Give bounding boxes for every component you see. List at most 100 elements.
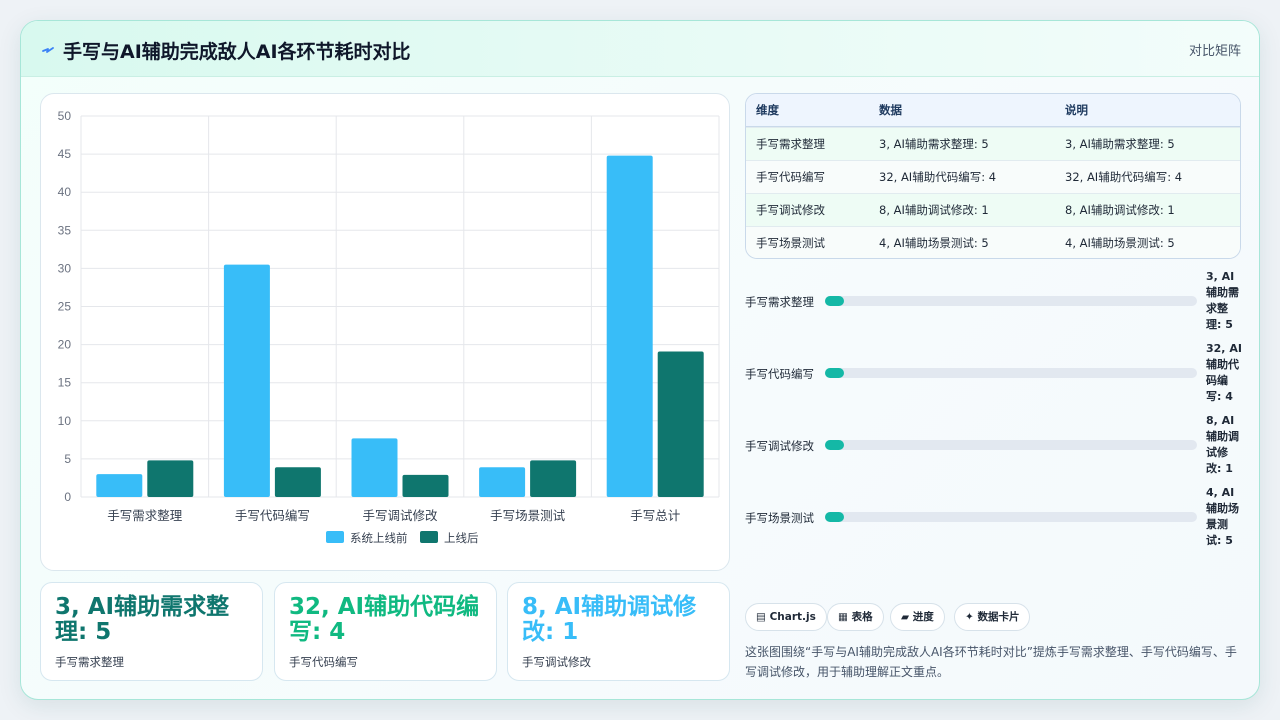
stat-label: 手写调试修改 <box>522 655 591 669</box>
table-header-cell: 维度 <box>756 103 779 117</box>
progress-label: 手写代码编写 <box>745 367 814 381</box>
x-tick-label: 手写调试修改 <box>362 508 438 523</box>
progress-label: 手写调试修改 <box>745 439 814 453</box>
table-icon: ▦ <box>838 611 848 623</box>
progress-track <box>825 368 1197 378</box>
table-cell: 手写需求整理 <box>756 137 825 151</box>
sparkle-icon: ✦ <box>965 611 974 623</box>
table-row: 手写需求整理 3, AI辅助需求整理: 5 3, AI辅助需求整理: 5 <box>746 127 1240 160</box>
progress-label: 手写场景测试 <box>745 511 814 525</box>
lightning-icon <box>42 47 54 53</box>
x-tick-label: 手写总计 <box>630 508 680 523</box>
chart-icon: ▤ <box>756 611 766 623</box>
legend-swatch <box>420 531 438 543</box>
progress-fill <box>825 512 844 522</box>
stat-card: 3, AI辅助需求整理: 5 手写需求整理 <box>40 582 263 681</box>
table-cell: 手写调试修改 <box>756 203 825 217</box>
bar <box>657 351 704 497</box>
bar <box>530 460 577 497</box>
table-cell: 32, AI辅助代码编写: 4 <box>1065 170 1183 184</box>
bar <box>402 474 449 497</box>
tag-progress[interactable]: ▰ 进度 <box>890 603 945 631</box>
stat-card: 8, AI辅助调试修改: 1 手写调试修改 <box>507 582 730 681</box>
bar <box>223 264 270 497</box>
table-header-row: 维度 数据 说明 <box>746 94 1240 127</box>
stat-value: 32, AI辅助代码编写: 4 <box>289 594 480 645</box>
table-cell: 4, AI辅助场景测试: 5 <box>1065 236 1175 250</box>
progress-label: 手写需求整理 <box>745 295 814 309</box>
y-tick-label: 5 <box>64 452 71 466</box>
table-cell: 4, AI辅助场景测试: 5 <box>879 236 989 250</box>
x-tick-label: 手写代码编写 <box>235 508 310 523</box>
bar <box>479 467 526 497</box>
progress-value: 8, AI辅助调试修改: 1 <box>1206 414 1239 475</box>
bar-chart: 0 5 10 15 20 25 30 35 40 45 50 手写需求整理 手写代码编写 手写调试修改 手写… <box>58 109 720 545</box>
progress-track <box>825 296 1197 306</box>
table-row: 手写场景测试 4, AI辅助场景测试: 5 4, AI辅助场景测试: 5 <box>746 226 1240 258</box>
table-cell: 8, AI辅助调试修改: 1 <box>879 203 989 217</box>
table-cell: 8, AI辅助调试修改: 1 <box>1065 203 1175 217</box>
progress-fill <box>825 296 844 306</box>
tag-label: 进度 <box>912 611 934 623</box>
progress-item: 手写调试修改 8, AI辅助调试修改: 1 <box>745 413 1245 477</box>
y-tick-label: 40 <box>58 185 72 199</box>
stat-label: 手写需求整理 <box>55 655 124 669</box>
tag-chartjs[interactable]: ▤ Chart.js <box>745 603 827 631</box>
stat-value: 3, AI辅助需求整理: 5 <box>55 594 230 645</box>
legend-swatch <box>326 531 344 543</box>
y-tick-label: 30 <box>58 261 72 275</box>
bar <box>274 467 321 497</box>
y-tick-label: 35 <box>58 223 72 237</box>
progress-track <box>825 512 1197 522</box>
legend-label: 系统上线前 <box>350 531 408 545</box>
stat-label: 手写代码编写 <box>289 655 358 669</box>
x-tick-label: 手写需求整理 <box>107 508 183 523</box>
tag-table[interactable]: ▦ 表格 <box>827 603 884 631</box>
y-tick-label: 10 <box>58 414 72 428</box>
page-title: 手写与AI辅助完成敌人AI各环节耗时对比 <box>63 41 411 63</box>
y-tick-label: 45 <box>58 147 72 161</box>
description: 这张图围绕“手写与AI辅助完成敌人AI各环节耗时对比”提炼手写需求整理、手写代码… <box>745 645 1237 679</box>
y-tick-label: 0 <box>64 490 71 504</box>
table-cell: 手写场景测试 <box>756 236 825 250</box>
legend-label: 上线后 <box>444 531 479 545</box>
table-header-cell: 说明 <box>1065 103 1088 117</box>
tag-label: Chart.js <box>769 611 816 623</box>
progress-value: 4, AI辅助场景测试: 5 <box>1206 486 1239 547</box>
progress-item: 手写需求整理 3, AI辅助需求整理: 5 <box>745 269 1245 333</box>
header-right-label: 对比矩阵 <box>1188 44 1241 59</box>
tag-label: 数据卡片 <box>977 611 1020 623</box>
progress-fill <box>825 368 844 378</box>
y-tick-label: 15 <box>58 376 72 390</box>
table-header-cell: 数据 <box>879 103 902 117</box>
progress-item: 手写代码编写 32, AI辅助代码编写: 4 <box>745 341 1245 405</box>
table-cell: 3, AI辅助需求整理: 5 <box>879 137 989 151</box>
table-row: 手写调试修改 8, AI辅助调试修改: 1 8, AI辅助调试修改: 1 <box>746 193 1240 226</box>
y-tick-label: 20 <box>58 338 72 352</box>
progress-value: 3, AI辅助需求整理: 5 <box>1206 270 1239 331</box>
bar <box>351 438 398 497</box>
bar <box>606 155 653 497</box>
main-card: 手写与AI辅助完成敌人AI各环节耗时对比 对比矩阵 0 5 10 15 20 25 30 35… <box>20 20 1260 700</box>
progress-track <box>825 440 1197 450</box>
table-cell: 32, AI辅助代码编写: 4 <box>879 170 997 184</box>
stat-card: 32, AI辅助代码编写: 4 手写代码编写 <box>274 582 497 681</box>
data-table: 维度 数据 说明 手写需求整理 3, AI辅助需求整理: 5 3, AI辅助需求… <box>745 93 1241 259</box>
progress-icon: ▰ <box>901 611 910 623</box>
bar <box>96 474 143 497</box>
y-tick-label: 25 <box>58 300 72 314</box>
tag-data-card[interactable]: ✦ 数据卡片 <box>954 603 1031 631</box>
y-tick-label: 50 <box>58 109 72 123</box>
header: 手写与AI辅助完成敌人AI各环节耗时对比 对比矩阵 <box>21 21 1259 77</box>
chart-panel: 0 5 10 15 20 25 30 35 40 45 50 手写需求整理 手写代码编写 手写调试修改 手写… <box>40 93 730 571</box>
table-cell: 3, AI辅助需求整理: 5 <box>1065 137 1175 151</box>
stat-value: 8, AI辅助调试修改: 1 <box>522 594 697 645</box>
table-row: 手写代码编写 32, AI辅助代码编写: 4 32, AI辅助代码编写: 4 <box>746 160 1240 193</box>
progress-fill <box>825 440 844 450</box>
tag-label: 表格 <box>851 611 873 623</box>
bar <box>147 460 194 497</box>
progress-value: 32, AI辅助代码编写: 4 <box>1206 342 1242 403</box>
progress-item: 手写场景测试 4, AI辅助场景测试: 5 <box>745 485 1245 549</box>
x-tick-label: 手写场景测试 <box>490 508 566 523</box>
table-cell: 手写代码编写 <box>756 170 825 184</box>
